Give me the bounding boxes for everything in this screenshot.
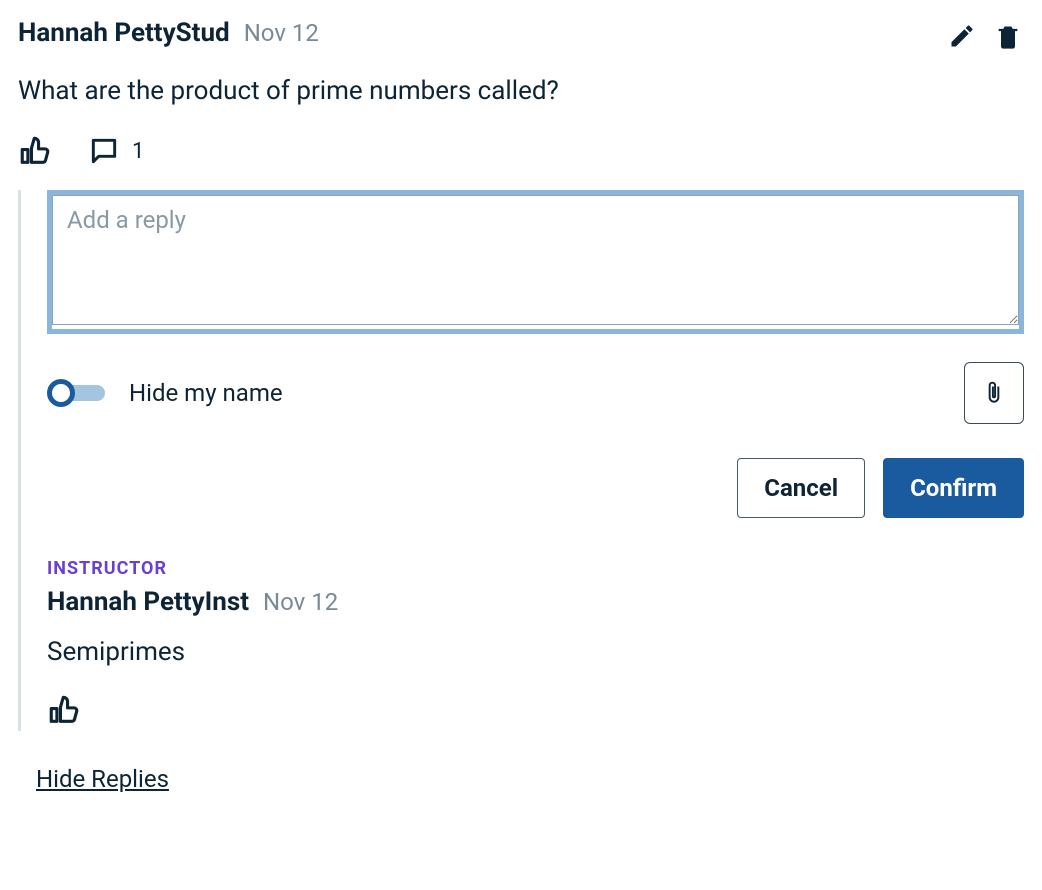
reply-author: Hannah PettyInst [47, 587, 249, 617]
edit-icon[interactable] [948, 22, 976, 52]
instructor-tag: INSTRUCTOR [47, 558, 1024, 579]
reply-body: Semiprimes [47, 637, 1024, 667]
reply-item: INSTRUCTOR Hannah PettyInst Nov 12 Semip… [47, 558, 1024, 731]
post-footer: 1 [18, 134, 1024, 168]
hide-name-label: Hide my name [129, 379, 283, 407]
paperclip-icon [981, 377, 1007, 409]
confirm-button[interactable]: Confirm [883, 458, 1024, 518]
post-author-line: Hannah PettyStud Nov 12 [18, 18, 319, 48]
reply-footer [47, 693, 1024, 731]
hide-name-toggle[interactable] [47, 379, 107, 407]
comment-button[interactable]: 1 [88, 135, 144, 167]
post-actions [948, 22, 1022, 52]
reply-box [47, 190, 1024, 334]
post-header: Hannah PettyStud Nov 12 [18, 18, 1024, 52]
like-icon[interactable] [47, 693, 81, 727]
like-icon[interactable] [18, 134, 52, 168]
reply-controls: Hide my name [47, 362, 1024, 424]
post-body: What are the product of prime numbers ca… [18, 76, 1024, 106]
comment-icon [88, 135, 120, 167]
hide-name-row: Hide my name [47, 379, 283, 407]
reply-input[interactable] [52, 195, 1019, 325]
hide-replies-link[interactable]: Hide Replies [36, 765, 169, 793]
post-date: Nov 12 [244, 19, 319, 47]
delete-icon[interactable] [994, 22, 1022, 52]
comment-count-value: 1 [132, 139, 144, 164]
reply-thread: Hide my name Cancel Confirm INSTRUCTOR H… [18, 190, 1024, 731]
reply-buttons: Cancel Confirm [47, 458, 1024, 518]
reply-author-line: Hannah PettyInst Nov 12 [47, 587, 1024, 617]
attach-button[interactable] [964, 362, 1024, 424]
cancel-button[interactable]: Cancel [737, 458, 865, 518]
reply-date: Nov 12 [263, 588, 338, 616]
post-author: Hannah PettyStud [18, 18, 230, 48]
